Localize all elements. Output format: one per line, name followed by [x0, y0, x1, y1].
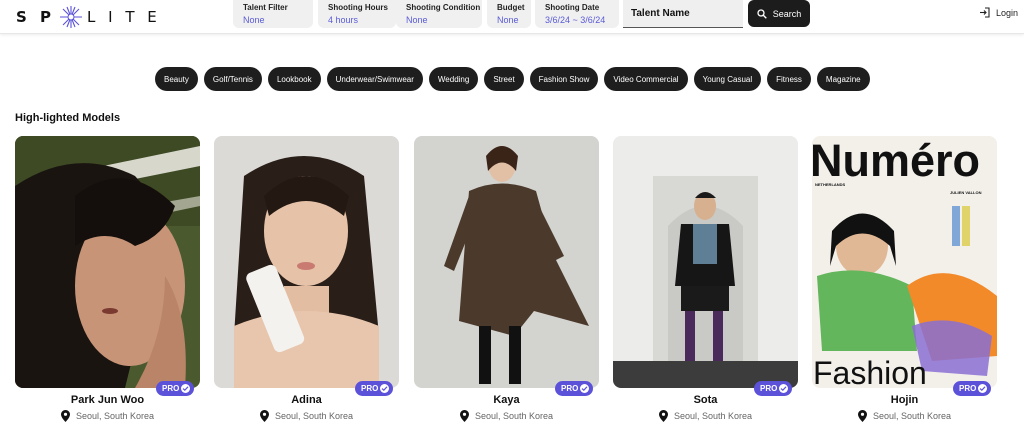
model-name[interactable]: Kaya: [414, 394, 599, 406]
location-pin-icon: [60, 410, 70, 422]
chip-wedding[interactable]: Wedding: [428, 67, 479, 91]
verified-check-icon: [779, 384, 789, 393]
model-card-sota[interactable]: PRO Sota Seoul, South Korea: [613, 136, 798, 437]
model-photo[interactable]: [414, 136, 599, 388]
magazine-credit: JULIEN VALLON: [950, 190, 982, 195]
filter-value: None: [243, 15, 265, 25]
pro-badge-label: PRO: [959, 384, 977, 393]
magazine-country: NETHERLANDS: [815, 182, 846, 187]
model-photo[interactable]: [15, 136, 200, 388]
model-card-adina[interactable]: PRO Adina Seoul, South Korea: [214, 136, 399, 437]
login-label: Login: [996, 7, 1019, 18]
chip-young-casual[interactable]: Young Casual: [693, 67, 762, 91]
chip-fashion-show[interactable]: Fashion Show: [529, 67, 599, 91]
model-card-kaya[interactable]: PRO Kaya Seoul, South Korea: [414, 136, 599, 437]
location-pin-icon: [459, 410, 469, 422]
budget-filter[interactable]: Budget None: [487, 0, 531, 28]
brand-left: S P: [16, 8, 56, 26]
model-photo[interactable]: [214, 136, 399, 388]
magazine-masthead: Numéro: [812, 136, 980, 186]
filter-title: Talent Filter: [243, 3, 288, 12]
star-logo-icon: [60, 6, 83, 28]
chip-golf-tennis[interactable]: Golf/Tennis: [203, 67, 262, 91]
verified-check-icon: [181, 384, 191, 393]
pro-badge-label: PRO: [162, 384, 180, 393]
model-name[interactable]: Sota: [613, 394, 798, 406]
chip-street[interactable]: Street: [484, 67, 524, 91]
login-button[interactable]: Login: [979, 7, 1018, 18]
model-photo[interactable]: [613, 136, 798, 388]
model-location: Seoul, South Korea: [613, 410, 798, 422]
location-pin-icon: [658, 410, 668, 422]
verified-check-icon: [380, 384, 390, 393]
model-photo[interactable]: Numéro NETHERLANDS JULIEN VALLON Fashion: [812, 136, 997, 388]
chip-fitness[interactable]: Fitness: [767, 67, 811, 91]
model-location: Seoul, South Korea: [15, 410, 200, 422]
search-icon: [757, 8, 767, 19]
top-bar: S P L I T E Talent Filter None Shooting …: [0, 0, 1024, 34]
category-chips: Beauty Golf/Tennis Lookbook Underwear/Sw…: [155, 67, 870, 91]
pro-badge-label: PRO: [760, 384, 778, 393]
model-location-text: Seoul, South Korea: [75, 411, 155, 421]
chip-magazine[interactable]: Magazine: [816, 67, 870, 91]
filter-title: Budget: [497, 3, 525, 12]
model-name[interactable]: Adina: [214, 394, 399, 406]
section-title: High-lighted Models: [15, 112, 121, 124]
model-name[interactable]: Hojin: [812, 394, 997, 406]
brand-logo[interactable]: S P L I T E: [16, 6, 161, 28]
talent-filter[interactable]: Talent Filter None: [233, 0, 313, 28]
chip-underwear-swimwear[interactable]: Underwear/Swimwear: [326, 67, 423, 91]
filter-value: 4 hours: [328, 15, 359, 25]
shooting-hours-filter[interactable]: Shooting Hours 4 hours: [318, 0, 396, 28]
verified-check-icon: [580, 384, 590, 393]
search-button-label: Search: [772, 8, 802, 19]
filter-value: None: [497, 15, 519, 25]
magazine-footer: Fashion: [813, 355, 927, 388]
model-location: Seoul, South Korea: [214, 410, 399, 422]
login-icon: [980, 7, 990, 18]
model-card-hojin[interactable]: Numéro NETHERLANDS JULIEN VALLON Fashion…: [812, 136, 997, 437]
filter-title: Shooting Condition: [406, 3, 481, 12]
model-location-text: Seoul, South Korea: [673, 411, 753, 421]
location-pin-icon: [259, 410, 269, 422]
filter-value: None: [406, 15, 428, 25]
model-location: Seoul, South Korea: [414, 410, 599, 422]
pro-badge-label: PRO: [361, 384, 379, 393]
chip-video-commercial[interactable]: Video Commercial: [604, 67, 688, 91]
model-location: Seoul, South Korea: [812, 410, 997, 422]
talent-name-input[interactable]: Talent Name: [623, 0, 743, 28]
chip-beauty[interactable]: Beauty: [155, 67, 198, 91]
model-location-text: Seoul, South Korea: [872, 411, 952, 421]
verified-check-icon: [978, 384, 988, 393]
shooting-condition-filter[interactable]: Shooting Condition None: [396, 0, 482, 28]
brand-right: L I T E: [87, 8, 161, 26]
filter-title: Shooting Hours: [328, 3, 388, 12]
model-card-park-jun-woo[interactable]: PRO Park Jun Woo Seoul, South Korea: [15, 136, 200, 437]
filter-value: 3/6/24 ~ 3/6/24: [545, 15, 606, 25]
shooting-date-filter[interactable]: Shooting Date 3/6/24 ~ 3/6/24: [535, 0, 619, 28]
model-name[interactable]: Park Jun Woo: [15, 394, 200, 406]
location-pin-icon: [857, 410, 867, 422]
model-location-text: Seoul, South Korea: [474, 411, 554, 421]
search-button[interactable]: Search: [748, 0, 810, 27]
filter-title: Shooting Date: [545, 3, 600, 12]
pro-badge-label: PRO: [561, 384, 579, 393]
model-location-text: Seoul, South Korea: [274, 411, 354, 421]
chip-lookbook[interactable]: Lookbook: [267, 67, 321, 91]
